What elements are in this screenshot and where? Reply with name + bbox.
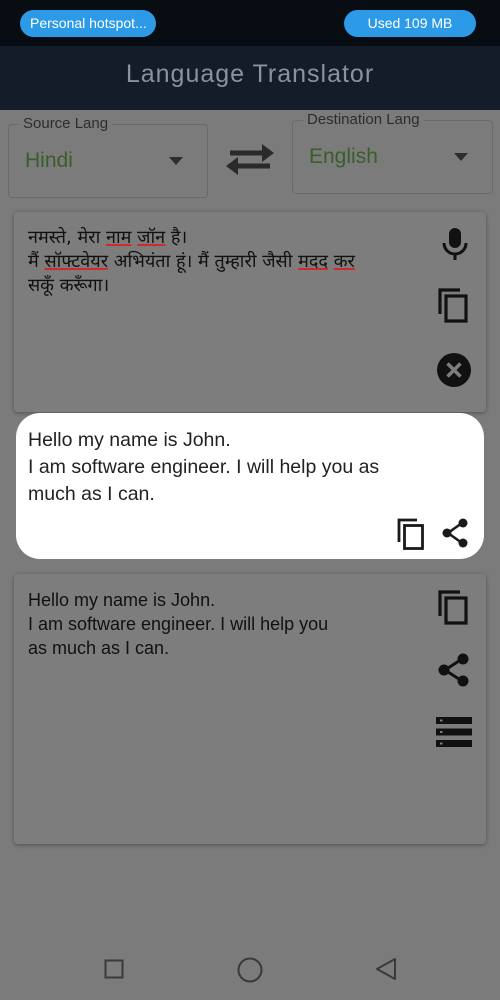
share-icon[interactable] bbox=[436, 652, 472, 688]
source-lang-value: Hindi bbox=[25, 149, 73, 172]
output-text: Hello my name is John. I am software eng… bbox=[28, 588, 418, 660]
app-title: Language Translator bbox=[125, 60, 375, 88]
source-lang-legend: Source Lang bbox=[19, 115, 113, 133]
popup-line: I am software engineer. I will help you … bbox=[28, 456, 380, 478]
popup-line: Hello my name is John. bbox=[28, 429, 231, 451]
source-lang-dropdown[interactable]: Source Lang Hindi bbox=[8, 115, 208, 198]
personal-hotspot-pill[interactable]: Personal hotspot... bbox=[20, 10, 156, 37]
circle-icon[interactable] bbox=[237, 957, 263, 983]
input-text-field[interactable]: नमस्ते, मेरा नाम जॉन है। मैं सॉफ्टवेयर अ… bbox=[28, 226, 418, 298]
popup-text: Hello my name is John. I am software eng… bbox=[28, 427, 474, 508]
swap-arrows-icon[interactable] bbox=[222, 136, 278, 180]
destination-lang-dropdown[interactable]: Destination Lang English bbox=[292, 111, 493, 194]
copy-icon[interactable] bbox=[436, 588, 470, 626]
input-card: नमस्ते, मेरा नाम जॉन है। मैं सॉफ्टवेयर अ… bbox=[14, 212, 486, 412]
misspelled-word: कर bbox=[333, 251, 355, 272]
data-usage-pill[interactable]: Used 109 MB bbox=[344, 10, 476, 37]
input-text-segment: सकूँ करूँगा। bbox=[28, 275, 110, 296]
input-text-segment: अभियंता हूं। मैं तुम्हारी जैसी bbox=[108, 251, 299, 272]
share-icon[interactable] bbox=[440, 517, 470, 549]
input-text-segment: नमस्ते, मेरा bbox=[28, 227, 106, 248]
chevron-down-icon bbox=[454, 153, 468, 161]
list-icon[interactable] bbox=[436, 717, 472, 747]
navigation-bar bbox=[0, 940, 500, 1000]
output-line: I am software engineer. I will help you bbox=[28, 614, 329, 634]
copy-icon[interactable] bbox=[396, 517, 426, 551]
chevron-down-icon bbox=[169, 157, 183, 165]
misspelled-word: सॉफ्टवेयर bbox=[44, 251, 109, 272]
translation-popup: Hello my name is John. I am software eng… bbox=[16, 413, 484, 559]
status-bar: Personal hotspot... Used 109 MB bbox=[0, 0, 500, 46]
microphone-icon[interactable] bbox=[440, 226, 470, 262]
triangle-back-icon[interactable] bbox=[374, 957, 398, 981]
app-bar: Language Translator bbox=[0, 46, 500, 110]
output-line: Hello my name is John. bbox=[28, 590, 216, 610]
misspelled-word: नाम bbox=[105, 227, 132, 248]
close-circle-icon[interactable] bbox=[436, 352, 472, 388]
misspelled-word: मदद bbox=[298, 251, 328, 272]
popup-line: much as I can. bbox=[28, 483, 155, 505]
misspelled-word: जॉन bbox=[137, 227, 166, 248]
copy-icon[interactable] bbox=[436, 286, 470, 324]
destination-lang-value: English bbox=[309, 145, 378, 168]
square-icon[interactable] bbox=[104, 959, 124, 979]
destination-lang-legend: Destination Lang bbox=[303, 111, 424, 129]
output-card: Hello my name is John. I am software eng… bbox=[14, 574, 486, 844]
output-line: as much as I can. bbox=[28, 638, 170, 658]
